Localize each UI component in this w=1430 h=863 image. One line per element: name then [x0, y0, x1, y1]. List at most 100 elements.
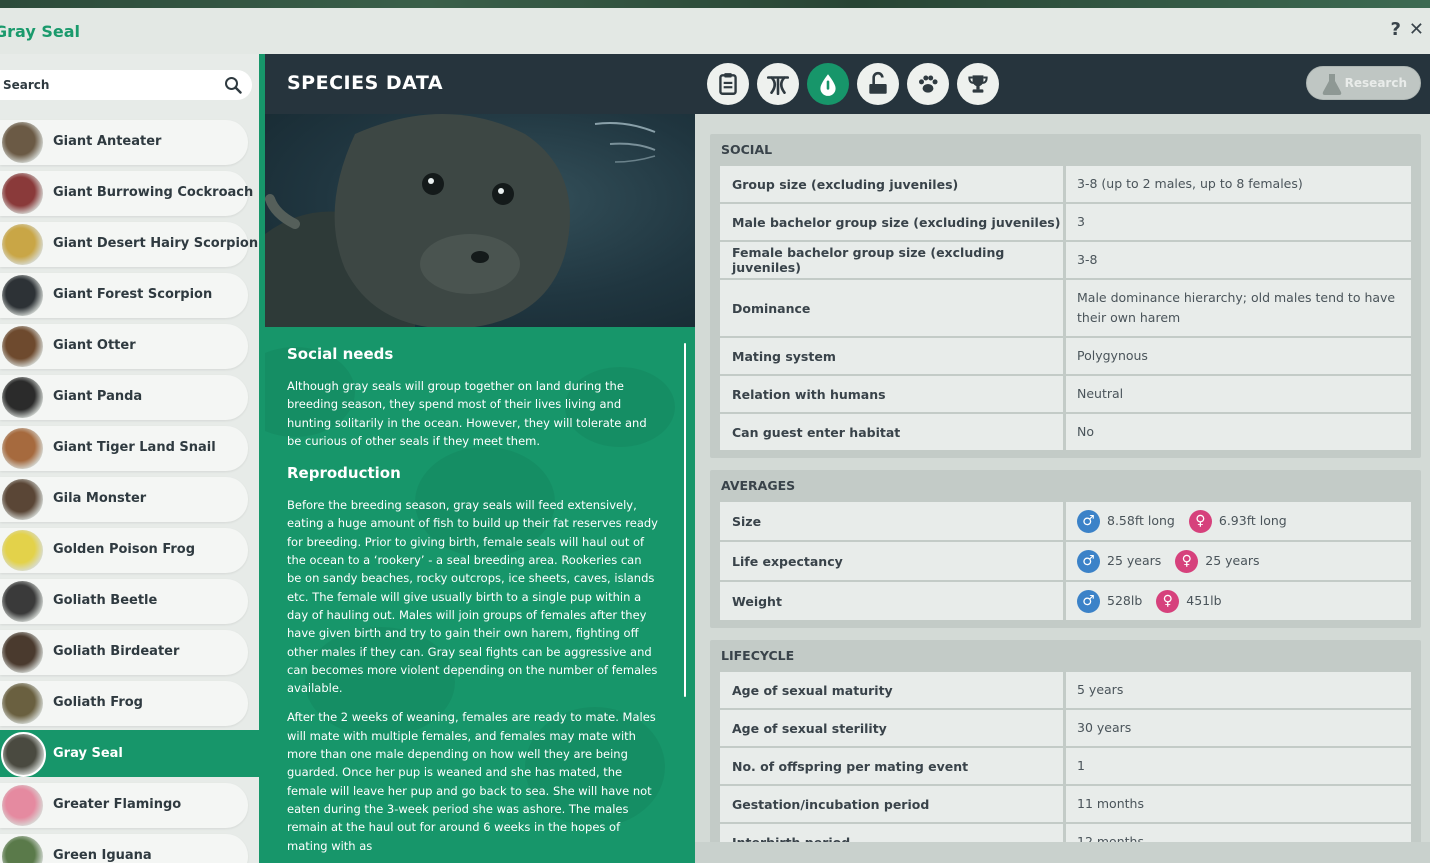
species-item[interactable]: Goliath Frog: [0, 679, 259, 730]
research-button[interactable]: Research: [1306, 66, 1421, 100]
tab-paw[interactable]: [907, 63, 949, 105]
species-name: Golden Poison Frog: [53, 542, 196, 557]
male-icon: ♂: [1077, 589, 1100, 613]
species-photo: [265, 114, 695, 327]
tab-enrichment[interactable]: [857, 63, 899, 105]
species-thumbnail: [2, 122, 43, 163]
description-text: Social needs Although gray seals will gr…: [287, 345, 659, 863]
species-item[interactable]: Goliath Beetle: [0, 577, 259, 628]
male-value: ♂ 8.58ft long: [1077, 509, 1175, 533]
species-name: Gila Monster: [53, 491, 147, 506]
lifecycle-value: 1: [1066, 748, 1411, 784]
species-thumbnail: [2, 173, 43, 214]
male-value: ♂ 528lb: [1077, 589, 1142, 613]
species-item[interactable]: Giant Tiger Land Snail: [0, 424, 259, 475]
background-strip: [0, 0, 1430, 8]
category-tabs: [707, 63, 999, 105]
averages-label: Weight: [720, 582, 1063, 620]
close-button[interactable]: ✕: [1409, 20, 1424, 40]
lifecycle-label: Age of sexual sterility: [720, 710, 1063, 746]
tab-clipboard[interactable]: [707, 63, 749, 105]
species-item[interactable]: Greater Flamingo: [0, 781, 259, 832]
female-icon: ♀: [1175, 549, 1199, 573]
title-actions: ? ✕: [1390, 20, 1424, 40]
species-item[interactable]: Giant Anteater: [0, 118, 259, 169]
species-name: Giant Forest Scorpion: [53, 287, 213, 302]
title-bar: Gray Seal ? ✕: [0, 8, 1430, 54]
lifecycle-value: 30 years: [1066, 710, 1411, 746]
male-value: ♂ 25 years: [1077, 549, 1161, 573]
species-item[interactable]: Gray Seal: [0, 730, 259, 781]
averages-value: ♂ 25 years ♀ 25 years: [1066, 542, 1411, 580]
tab-trophy[interactable]: [957, 63, 999, 105]
needs-drop-icon: [820, 74, 836, 96]
flask-icon: [1322, 74, 1342, 95]
species-item[interactable]: Giant Panda: [0, 373, 259, 424]
female-icon: ♀: [1156, 589, 1180, 613]
panel-bottom-edge: [695, 842, 1430, 863]
species-data-header: SPECIES DATA Research: [265, 54, 1430, 114]
species-thumbnail: [2, 224, 43, 265]
lifecycle-value: 11 months: [1066, 786, 1411, 822]
search-input[interactable]: Search: [0, 70, 252, 100]
social-value: No: [1066, 414, 1411, 450]
female-text: 6.93ft long: [1218, 513, 1287, 528]
clipboard-icon: [719, 73, 737, 95]
species-thumbnail: [2, 581, 43, 622]
species-item[interactable]: Giant Otter: [0, 322, 259, 373]
species-item[interactable]: Golden Poison Frog: [0, 526, 259, 577]
species-data-panel: SOCIAL Group size (excluding juveniles) 3…: [695, 114, 1430, 863]
social-label: Group size (excluding juveniles): [720, 166, 1063, 202]
species-thumbnail: [2, 377, 43, 418]
species-thumbnail: [2, 479, 43, 520]
averages-row: Size ♂ 8.58ft long ♀ 6.93ft long: [720, 502, 1411, 540]
social-value: 3-8: [1066, 242, 1411, 278]
species-item[interactable]: Giant Burrowing Cockroach: [0, 169, 259, 220]
species-name: Green Iguana: [53, 848, 152, 863]
species-item[interactable]: Giant Desert Hairy Scorpion: [0, 220, 259, 271]
species-item[interactable]: Gila Monster: [0, 475, 259, 526]
averages-value: ♂ 8.58ft long ♀ 6.93ft long: [1066, 502, 1411, 540]
help-button[interactable]: ?: [1390, 20, 1400, 40]
description-scrollbar[interactable]: [684, 343, 686, 697]
lifecycle-heading: LIFECYCLE: [721, 648, 795, 663]
social-needs-text: Although gray seals will group together …: [287, 379, 647, 448]
species-list: Giant Anteater Giant Burrowing Cockroach G…: [0, 118, 259, 863]
social-value: Neutral: [1066, 376, 1411, 412]
search-placeholder: Search: [3, 78, 50, 92]
search-icon[interactable]: [224, 76, 242, 94]
species-thumbnail: [2, 326, 43, 367]
averages-section: AVERAGES Size ♂ 8.58ft long ♀ 6.93ft long Lif…: [710, 470, 1421, 628]
species-name: Giant Tiger Land Snail: [53, 440, 216, 455]
species-name: Goliath Birdeater: [53, 644, 180, 659]
male-icon: ♂: [1077, 509, 1100, 533]
averages-heading: AVERAGES: [721, 478, 796, 493]
species-item[interactable]: Goliath Birdeater: [0, 628, 259, 679]
species-sidebar: Search Giant Anteater Giant Burrowing Coc…: [0, 54, 259, 863]
social-row: Mating system Polygynous: [720, 338, 1411, 374]
social-value: 3-8 (up to 2 males, up to 8 females): [1066, 166, 1411, 202]
paw-icon: [919, 75, 938, 93]
tab-needs-drop[interactable]: [807, 63, 849, 105]
description-panel: Social needs Although gray seals will gr…: [265, 327, 695, 863]
species-item[interactable]: Giant Forest Scorpion: [0, 271, 259, 322]
averages-value: ♂ 528lb ♀ 451lb: [1066, 582, 1411, 620]
species-item[interactable]: Green Iguana: [0, 832, 259, 863]
species-name: Goliath Frog: [53, 695, 143, 710]
species-thumbnail: [2, 632, 43, 673]
species-name: Giant Panda: [53, 389, 143, 404]
species-name: Giant Anteater: [53, 134, 162, 149]
social-row: Female bachelor group size (excluding ju…: [720, 242, 1411, 278]
species-thumbnail: [2, 530, 43, 571]
page-title: SPECIES DATA: [287, 72, 444, 94]
social-row: Dominance Male dominance hierarchy; old m…: [720, 280, 1411, 336]
lifecycle-section: LIFECYCLE Age of sexual maturity 5 years A…: [710, 640, 1421, 863]
lifecycle-label: Gestation/incubation period: [720, 786, 1063, 822]
species-thumbnail: [2, 428, 43, 469]
species-name: Goliath Beetle: [53, 593, 158, 608]
lifecycle-value: 5 years: [1066, 672, 1411, 708]
averages-row: Weight ♂ 528lb ♀ 451lb: [720, 582, 1411, 620]
enrichment-icon: [869, 71, 887, 94]
tab-habitat[interactable]: [757, 63, 799, 105]
species-thumbnail: [2, 683, 43, 724]
